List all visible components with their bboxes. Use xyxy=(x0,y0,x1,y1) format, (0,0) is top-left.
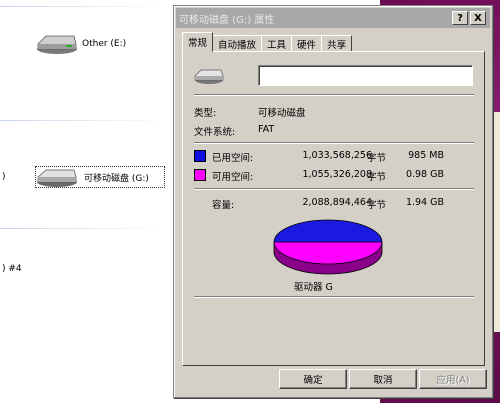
apply-button[interactable]: 应用(A) xyxy=(419,369,487,389)
properties-dialog: 可移动磁盘 (G:) 属性 ? X 常规 自动播放 工具 硬件 共享 类型: 可… xyxy=(173,5,493,398)
close-button[interactable]: X xyxy=(470,11,486,25)
free-space-size: 0.98 GB xyxy=(405,169,444,180)
cancel-button[interactable]: 取消 xyxy=(349,369,417,389)
explorer-window: Other (E:) ) 可移动磁盘 (G:) ) #4 xyxy=(0,0,175,403)
drive-item-e[interactable]: Other (E:) xyxy=(36,32,126,56)
removable-drive-icon xyxy=(36,32,78,56)
filesystem-label: 文件系统: xyxy=(194,127,236,138)
group-divider xyxy=(0,120,170,121)
used-space-label: 已用空间: xyxy=(212,153,254,164)
help-button[interactable]: ? xyxy=(452,11,468,25)
drive-name-input[interactable] xyxy=(258,65,473,86)
used-space-unit: 字节 xyxy=(367,153,387,164)
drive-item-g[interactable]: 可移动磁盘 (G:) xyxy=(36,165,151,189)
capacity-unit: 字节 xyxy=(367,200,387,211)
used-space-bytes: 1,033,568,256 xyxy=(302,150,372,161)
separator xyxy=(194,188,474,190)
tab-sharing[interactable]: 共享 xyxy=(321,35,353,52)
truncated-text: ) #4 xyxy=(2,264,22,274)
truncated-text: ) xyxy=(2,172,6,182)
free-space-swatch xyxy=(194,169,206,181)
type-label: 类型: xyxy=(194,108,217,119)
capacity-label: 容量: xyxy=(212,200,235,211)
drive-caption: 驱动器 G xyxy=(294,282,333,293)
free-space-label: 可用空间: xyxy=(212,172,254,183)
tab-general[interactable]: 常规 xyxy=(182,32,214,52)
drive-label: Other (E:) xyxy=(82,39,127,49)
group-divider xyxy=(0,6,170,7)
free-space-unit: 字节 xyxy=(367,172,387,183)
type-value: 可移动磁盘 xyxy=(258,108,306,119)
capacity-bytes: 2,088,894,464 xyxy=(302,197,372,208)
tab-hardware[interactable]: 硬件 xyxy=(291,35,323,52)
separator xyxy=(194,142,474,144)
ok-button[interactable]: 确定 xyxy=(279,369,347,389)
removable-drive-icon xyxy=(36,165,78,189)
drive-label: 可移动磁盘 (G:) xyxy=(82,169,151,185)
title-bar[interactable]: 可移动磁盘 (G:) 属性 ? X xyxy=(176,8,490,28)
used-space-size: 985 MB xyxy=(408,150,444,161)
dialog-title: 可移动磁盘 (G:) 属性 xyxy=(179,14,275,26)
group-divider xyxy=(0,228,170,229)
separator xyxy=(194,296,474,298)
filesystem-value: FAT xyxy=(258,124,275,135)
tab-tools[interactable]: 工具 xyxy=(261,35,293,52)
separator xyxy=(194,94,474,96)
capacity-size: 1.94 GB xyxy=(405,197,444,208)
drive-icon xyxy=(194,66,224,89)
used-space-swatch xyxy=(194,150,206,162)
pie-slice-used xyxy=(274,220,382,242)
tab-autoplay[interactable]: 自动播放 xyxy=(212,35,263,52)
free-space-bytes: 1,055,326,208 xyxy=(302,169,372,180)
tab-strip: 常规 自动播放 工具 硬件 共享 xyxy=(182,32,353,52)
disk-usage-pie xyxy=(273,219,383,275)
